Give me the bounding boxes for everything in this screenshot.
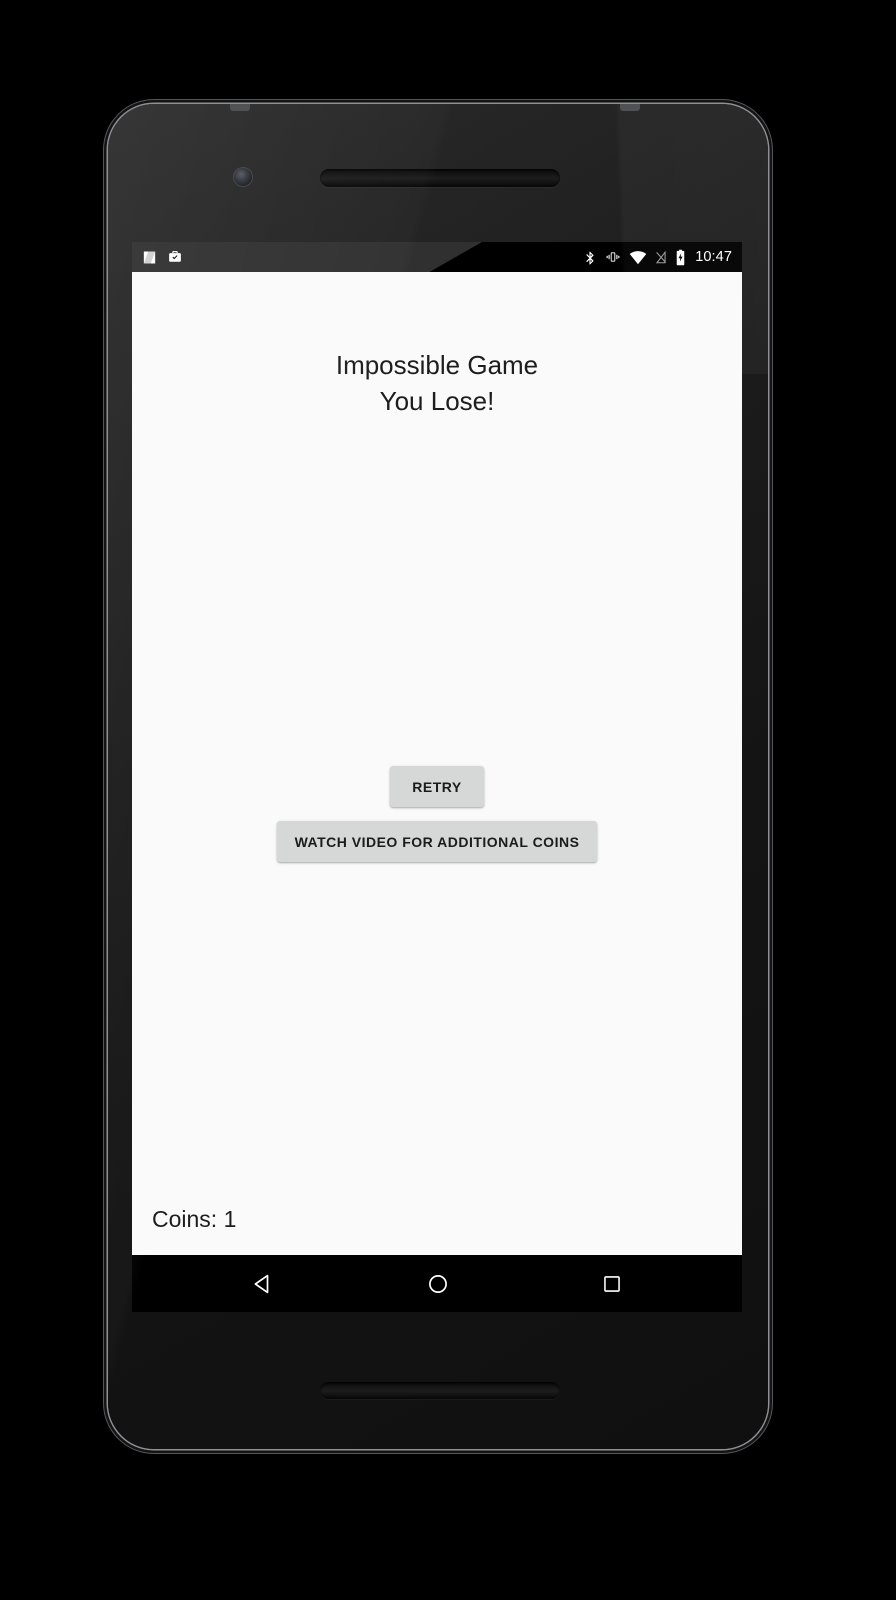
work-profile-briefcase-icon: [167, 249, 183, 265]
android-n-logo-icon: [141, 249, 158, 266]
wifi-icon: [629, 250, 647, 265]
status-bar: 10:47: [132, 242, 742, 272]
status-bar-clock: 10:47: [695, 249, 732, 265]
coins-counter: Coins: 1: [152, 1206, 237, 1232]
phone-device-frame: 10:47 Impossible Game You Lose! RETRY WA…: [108, 104, 768, 1449]
action-button-group: RETRY WATCH VIDEO FOR ADDITIONAL COINS: [132, 766, 742, 862]
battery-charging-icon: [675, 249, 686, 266]
retry-button[interactable]: RETRY: [390, 766, 484, 807]
antenna-nub-right: [620, 104, 640, 111]
bluetooth-icon: [583, 249, 597, 266]
android-navigation-bar: [132, 1255, 742, 1312]
nav-recents-button[interactable]: [601, 1273, 623, 1295]
page-title: Impossible Game You Lose!: [336, 348, 538, 420]
status-bar-left-icons: [141, 249, 183, 266]
app-content-area: Impossible Game You Lose! RETRY WATCH VI…: [132, 272, 742, 1255]
status-bar-tint-overlay: [132, 242, 482, 272]
antenna-nub-left: [230, 104, 250, 111]
status-bar-right-icons: 10:47: [583, 249, 732, 266]
top-antenna-band: [108, 104, 768, 111]
no-sim-signal-icon: [654, 250, 668, 265]
earpiece-speaker-grille: [320, 169, 560, 187]
nav-home-button[interactable]: [426, 1272, 450, 1296]
bottom-antenna-band: [108, 1442, 768, 1449]
nav-back-button[interactable]: [251, 1272, 275, 1296]
watch-video-for-coins-button[interactable]: WATCH VIDEO FOR ADDITIONAL COINS: [276, 821, 598, 862]
bottom-speaker-grille: [320, 1382, 560, 1399]
game-lose-message: You Lose!: [379, 385, 495, 416]
front-camera-icon: [234, 168, 252, 186]
vibrate-icon: [604, 249, 622, 265]
phone-screen: 10:47 Impossible Game You Lose! RETRY WA…: [132, 242, 742, 1312]
game-title-line-1: Impossible Game: [335, 350, 539, 380]
